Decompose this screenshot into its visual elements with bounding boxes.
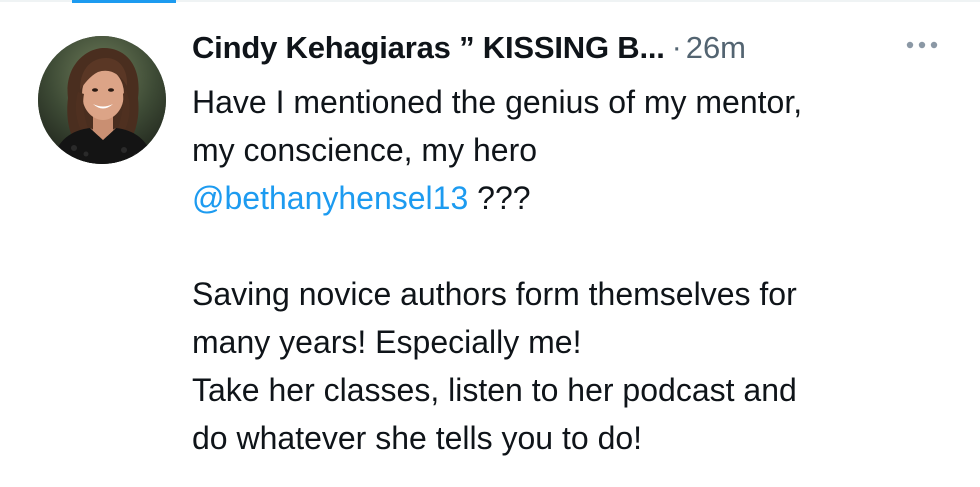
tweet-card[interactable]: Cindy Kehagiaras ” KISSING B... · 26m Ha… [0, 0, 980, 487]
avatar-photo [38, 36, 166, 164]
author-name[interactable]: Cindy Kehagiaras ” KISSING B... [192, 30, 665, 66]
paragraph-break [192, 222, 952, 270]
tab-indicator [72, 0, 176, 3]
tweet-timestamp[interactable]: 26m [686, 30, 746, 66]
header-separator: · [671, 31, 682, 64]
avatar[interactable] [38, 36, 166, 164]
tweet-text-line: do whatever she tells you to do! [192, 420, 643, 456]
tweet-text-fragment: ??? [468, 180, 531, 216]
tweet-text-line: Saving novice authors form themselves fo… [192, 276, 797, 312]
mention-link[interactable]: @bethanyhensel13 [192, 180, 468, 216]
tweet-text-line: my conscience, my hero [192, 132, 538, 168]
tweet-text-line: Have I mentioned the genius of my mentor… [192, 84, 803, 120]
tweet-text-line: @bethanyhensel13 ??? [192, 174, 952, 222]
top-divider [0, 0, 980, 3]
tweet-header: Cindy Kehagiaras ” KISSING B... · 26m [192, 26, 892, 70]
tweet-text-line: many years! Especially me! [192, 324, 582, 360]
tweet-text: Have I mentioned the genius of my mentor… [192, 78, 952, 462]
tweet-text-line: Take her classes, listen to her podcast … [192, 372, 797, 408]
more-horizontal-icon [906, 41, 938, 49]
more-options-button[interactable] [900, 34, 944, 56]
